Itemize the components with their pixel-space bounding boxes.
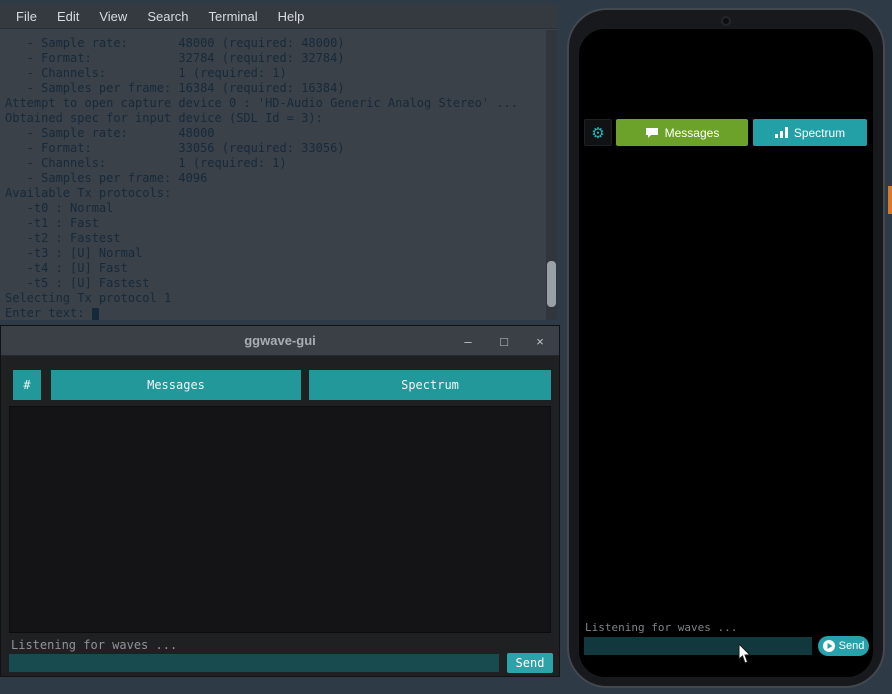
app-tab-messages-label: Messages (665, 126, 720, 140)
ggwave-gui-window: ggwave-gui – □ × # Messages Spectrum Lis… (0, 325, 560, 677)
terminal-line: -t4 : [U] Fast (5, 261, 546, 276)
terminal-line: - Channels: 1 (required: 1) (5, 66, 546, 81)
terminal-line: - Format: 33056 (required: 33056) (5, 141, 546, 156)
phone-device: ⚙ Messages Spectrum Listening for waves … (567, 8, 885, 688)
menu-search[interactable]: Search (137, 4, 198, 28)
gui-send-button[interactable]: Send (507, 653, 553, 673)
terminal-prompt-line: Enter text: (5, 306, 546, 320)
gui-status-text: Listening for waves ... (11, 638, 177, 652)
phone-camera-icon (721, 16, 731, 26)
gear-icon: ⚙ (591, 124, 604, 142)
terminal-line: - Samples per frame: 16384 (required: 16… (5, 81, 546, 96)
terminal-line: Available Tx protocols: (5, 186, 546, 201)
terminal-line: - Samples per frame: 4096 (5, 171, 546, 186)
gui-tab-messages[interactable]: Messages (51, 370, 301, 400)
terminal-scrollbar[interactable] (546, 30, 557, 320)
gui-titlebar[interactable]: ggwave-gui – □ × (1, 326, 559, 356)
speech-bubble-icon (645, 127, 659, 139)
app-send-label: Send (839, 640, 865, 652)
terminal-line: - Channels: 1 (required: 1) (5, 156, 546, 171)
menu-view[interactable]: View (89, 4, 137, 28)
menu-edit[interactable]: Edit (47, 4, 89, 28)
terminal-line: -t2 : Fastest (5, 231, 546, 246)
terminal-line: - Sample rate: 48000 (5, 126, 546, 141)
bar-chart-icon (775, 127, 788, 138)
terminal-line: Selecting Tx protocol 1 (5, 291, 546, 306)
edge-indicator (888, 186, 892, 214)
terminal-line: Obtained spec for input device (SDL Id =… (5, 111, 546, 126)
menu-help[interactable]: Help (268, 4, 315, 28)
phone-screen: ⚙ Messages Spectrum Listening for waves … (579, 29, 873, 677)
gui-body: # Messages Spectrum Listening for waves … (1, 356, 559, 676)
app-tab-spectrum-label: Spectrum (794, 126, 845, 140)
app-status-text: Listening for waves ... (585, 621, 737, 634)
window-controls: – □ × (461, 326, 547, 356)
menu-file[interactable]: File (6, 4, 47, 28)
maximize-button[interactable]: □ (497, 334, 511, 349)
terminal-prompt: Enter text: (5, 306, 92, 320)
terminal-line: -t5 : [U] Fastest (5, 276, 546, 291)
gui-settings-button[interactable]: # (13, 370, 41, 400)
app-settings-button[interactable]: ⚙ (584, 119, 612, 146)
close-button[interactable]: × (533, 334, 547, 349)
terminal-cursor (92, 308, 99, 320)
gui-text-input[interactable] (9, 654, 499, 672)
terminal-line: Attempt to open capture device 0 : 'HD-A… (5, 96, 546, 111)
terminal-line: - Sample rate: 48000 (required: 48000) (5, 36, 546, 51)
menu-terminal[interactable]: Terminal (199, 4, 268, 28)
minimize-button[interactable]: – (461, 334, 475, 349)
play-circle-icon (823, 640, 835, 652)
terminal-scrollbar-thumb[interactable] (547, 261, 556, 307)
terminal-line: -t0 : Normal (5, 201, 546, 216)
terminal-output[interactable]: - Sample rate: 48000 (required: 48000) -… (0, 30, 546, 320)
terminal-line: -t1 : Fast (5, 216, 546, 231)
mouse-cursor (738, 644, 752, 664)
terminal-menubar: File Edit View Search Terminal Help (0, 4, 557, 29)
gui-message-area (9, 406, 551, 633)
app-text-input[interactable] (584, 637, 812, 655)
terminal-window: File Edit View Search Terminal Help - Sa… (0, 4, 557, 320)
app-send-button[interactable]: Send (818, 636, 869, 656)
gui-tab-spectrum[interactable]: Spectrum (309, 370, 551, 400)
app-tab-spectrum[interactable]: Spectrum (753, 119, 867, 146)
app-tab-messages[interactable]: Messages (616, 119, 748, 146)
terminal-line: -t3 : [U] Normal (5, 246, 546, 261)
terminal-line: - Format: 32784 (required: 32784) (5, 51, 546, 66)
